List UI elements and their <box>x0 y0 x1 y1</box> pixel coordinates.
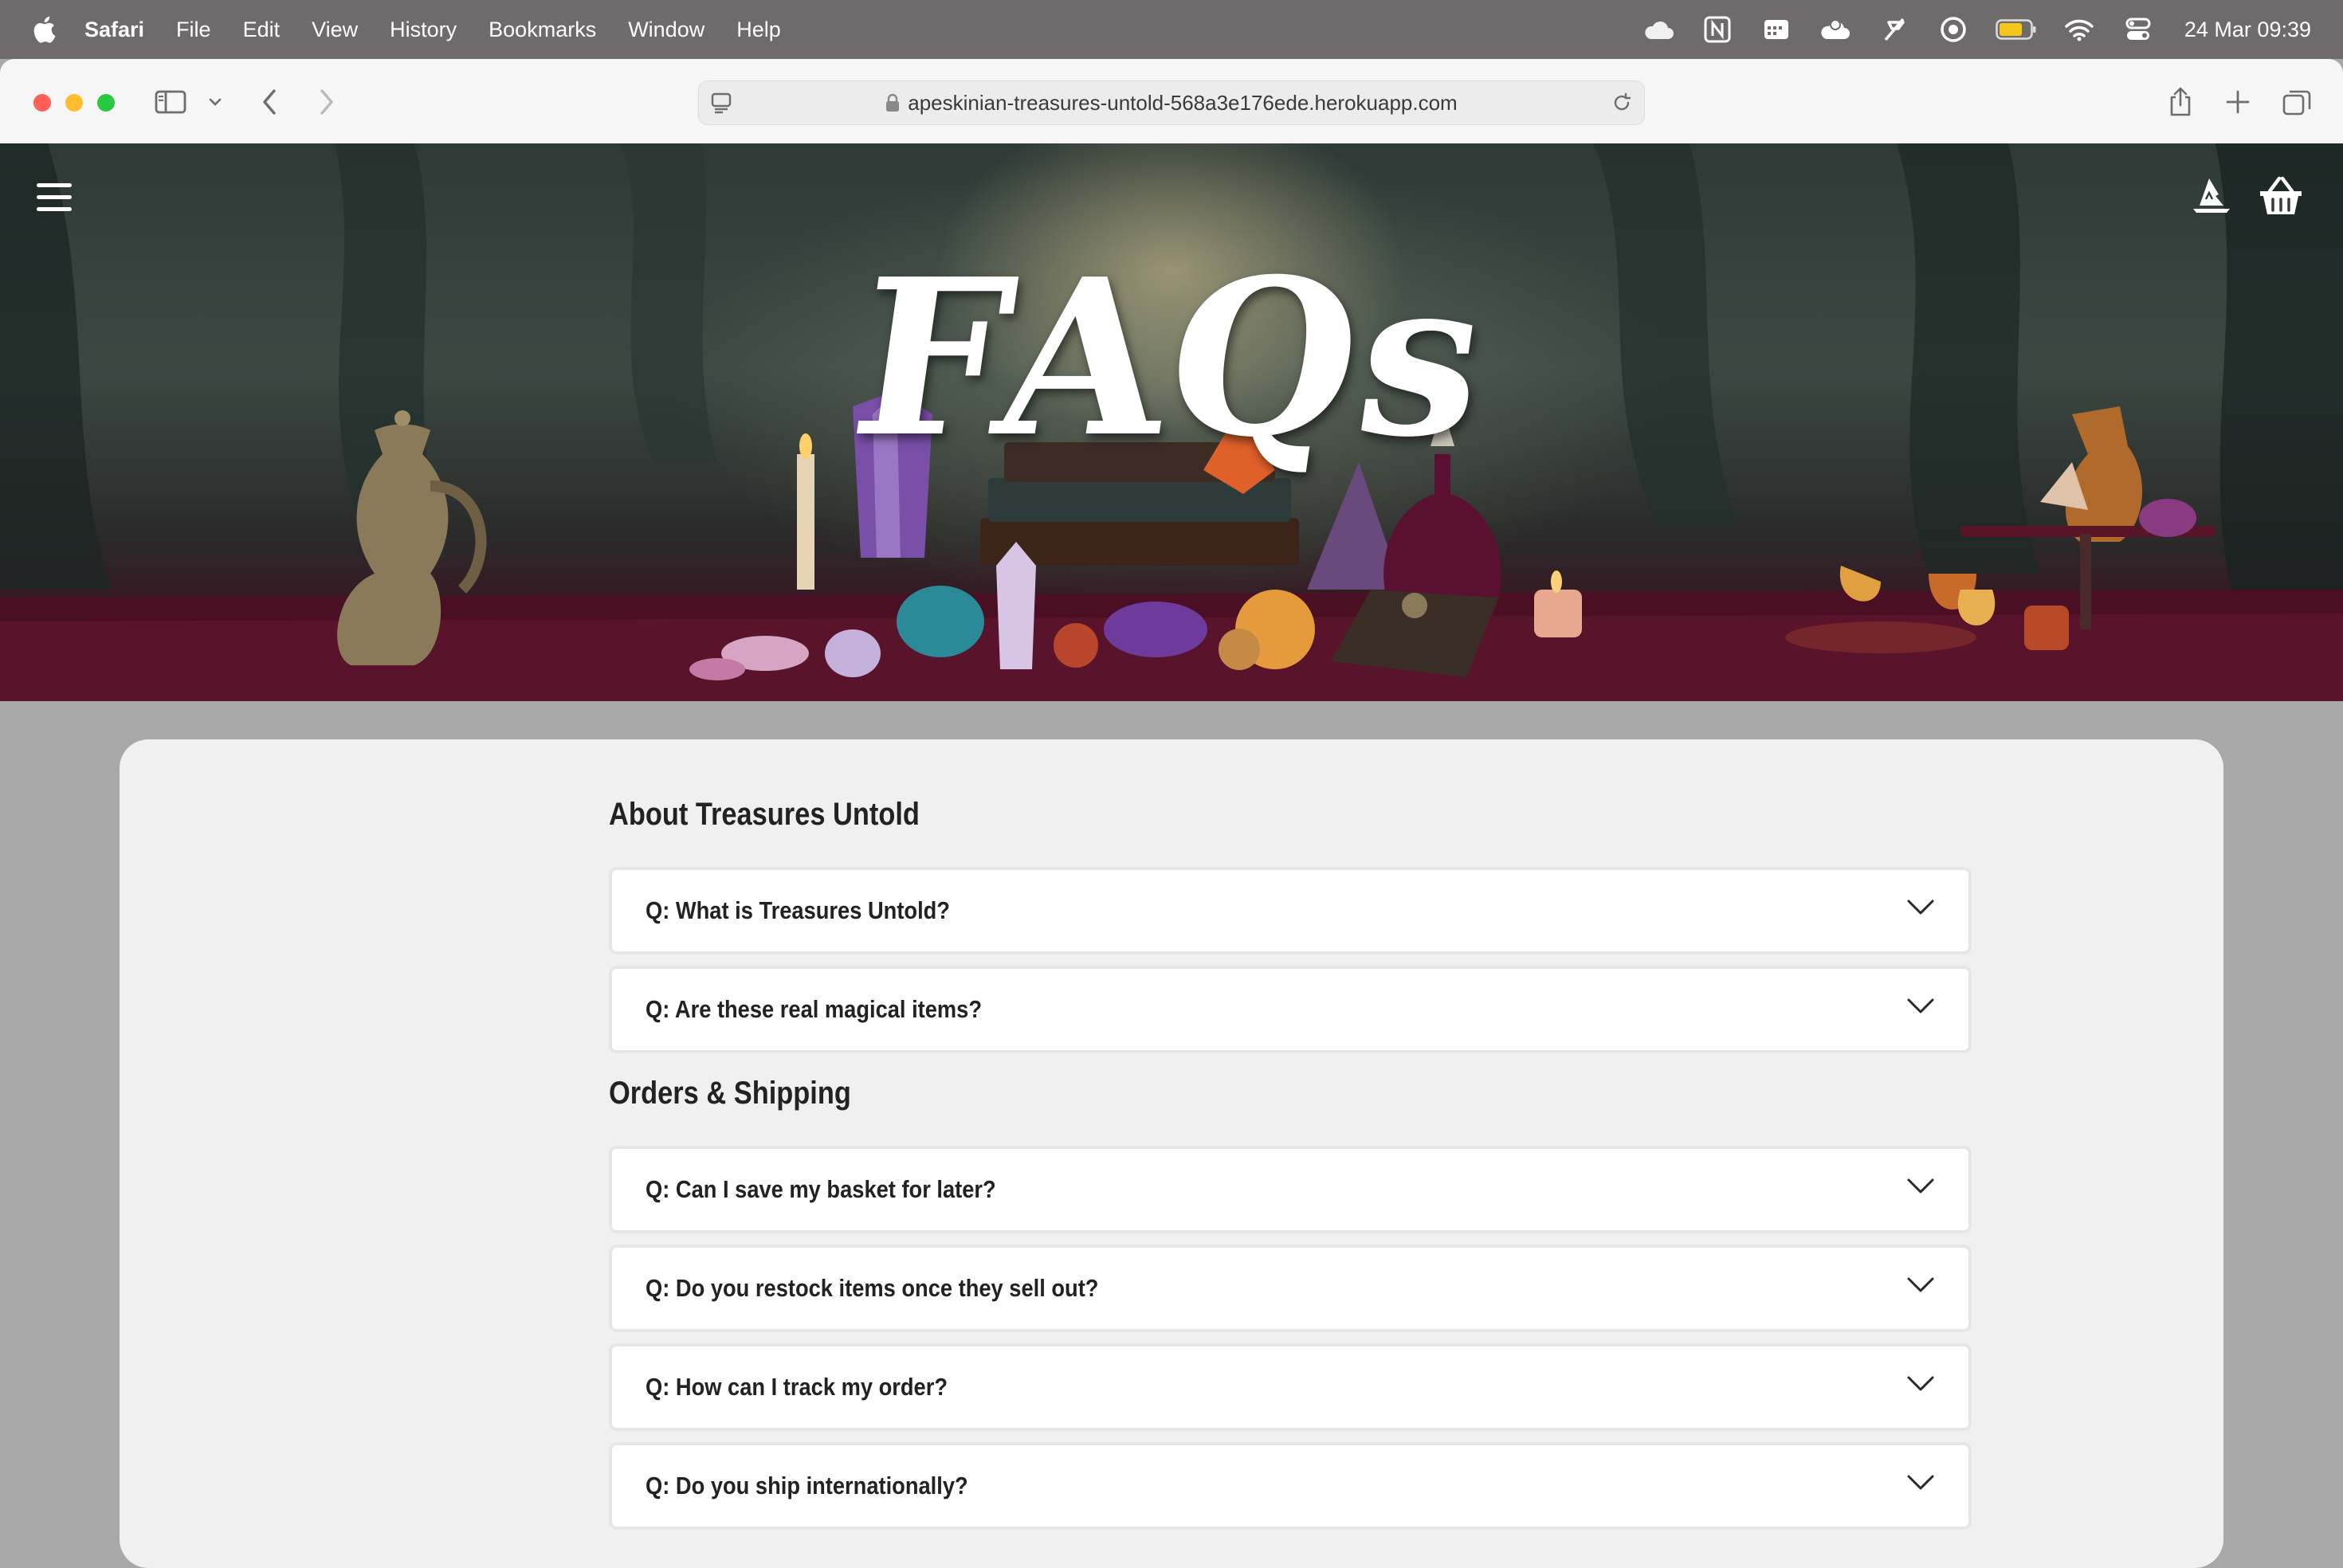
menu-help[interactable]: Help <box>736 18 781 42</box>
tab-overview-icon[interactable] <box>2279 83 2314 121</box>
menu-edit[interactable]: Edit <box>243 18 281 42</box>
faq-item[interactable]: Q: How can I track my order? <box>609 1343 1972 1431</box>
share-icon[interactable] <box>2163 83 2198 121</box>
chevron-down-icon <box>1907 1178 1934 1194</box>
control-center-icon[interactable] <box>2121 12 2156 47</box>
forward-button[interactable] <box>311 83 343 121</box>
menubar-clock[interactable]: 24 Mar 09:39 <box>2184 18 2311 42</box>
faq-question: Q: What is Treasures Untold? <box>646 896 950 924</box>
chevron-down-icon[interactable] <box>206 83 225 121</box>
section-title-orders: Orders & Shipping <box>609 1076 851 1111</box>
url-text-wrapper: apeskinian-treasures-untold-568a3e176ede… <box>699 81 1644 124</box>
browser-toolbar: apeskinian-treasures-untold-568a3e176ede… <box>0 59 2343 144</box>
apple-logo-icon[interactable] <box>32 15 56 44</box>
hamburger-menu-icon[interactable] <box>37 183 72 215</box>
cloud-sync-icon[interactable] <box>1818 12 1853 47</box>
faq-question: Q: Do you restock items once they sell o… <box>646 1274 1099 1302</box>
close-window-button[interactable] <box>33 94 51 112</box>
hero-banner: FAQs <box>0 143 2343 701</box>
minimize-window-button[interactable] <box>65 94 83 112</box>
chevron-down-icon <box>1907 998 1934 1013</box>
faq-question: Q: Are these real magical items? <box>646 995 983 1023</box>
chevron-down-icon <box>1907 1277 1934 1292</box>
faq-item[interactable]: Q: Can I save my basket for later? <box>609 1146 1972 1233</box>
faq-item[interactable]: Q: Do you ship internationally? <box>609 1442 1972 1530</box>
page-title: FAQs <box>839 231 1504 484</box>
faq-question: Q: How can I track my order? <box>646 1373 948 1401</box>
menubar-status-area: 24 Mar 09:39 <box>1641 0 2311 59</box>
chevron-down-icon <box>1907 1376 1934 1391</box>
chevron-down-icon <box>1907 1475 1934 1490</box>
notion-icon[interactable] <box>1700 12 1735 47</box>
menu-file[interactable]: File <box>176 18 211 42</box>
battery-icon[interactable] <box>1995 12 2038 47</box>
new-tab-icon[interactable] <box>2220 83 2255 121</box>
reload-icon[interactable] <box>1611 92 1633 117</box>
record-icon[interactable] <box>1936 12 1971 47</box>
faq-item[interactable]: Q: What is Treasures Untold? <box>609 867 1972 955</box>
menu-bookmarks[interactable]: Bookmarks <box>489 18 596 42</box>
menu-view[interactable]: View <box>312 18 358 42</box>
faq-question: Q: Do you ship internationally? <box>646 1472 968 1499</box>
calendar-icon[interactable] <box>1759 12 1794 47</box>
url-text: apeskinian-treasures-untold-568a3e176ede… <box>908 91 1458 115</box>
cloud-icon[interactable] <box>1641 12 1676 47</box>
wifi-icon[interactable] <box>2062 12 2097 47</box>
faq-question: Q: Can I save my basket for later? <box>646 1175 996 1203</box>
macos-menubar: Safari File Edit View History Bookmarks … <box>0 0 2343 59</box>
faq-card: About Treasures Untold Q: What is Treasu… <box>120 739 2223 1568</box>
menu-history[interactable]: History <box>390 18 457 42</box>
basket-icon[interactable] <box>2259 175 2303 220</box>
faq-item[interactable]: Q: Are these real magical items? <box>609 966 1972 1053</box>
address-bar[interactable]: apeskinian-treasures-untold-568a3e176ede… <box>698 80 1645 125</box>
flag-icon[interactable] <box>1877 12 1912 47</box>
sidebar-toggle-icon[interactable] <box>153 83 188 121</box>
wizard-hat-icon[interactable] <box>2192 175 2231 218</box>
lock-icon <box>885 84 900 127</box>
faq-item[interactable]: Q: Do you restock items once they sell o… <box>609 1245 1972 1332</box>
section-title-about: About Treasures Untold <box>609 797 920 832</box>
menu-window[interactable]: Window <box>628 18 704 42</box>
chevron-down-icon <box>1907 900 1934 915</box>
back-button[interactable] <box>253 83 285 121</box>
menu-safari[interactable]: Safari <box>84 18 144 42</box>
zoom-window-button[interactable] <box>97 94 115 112</box>
